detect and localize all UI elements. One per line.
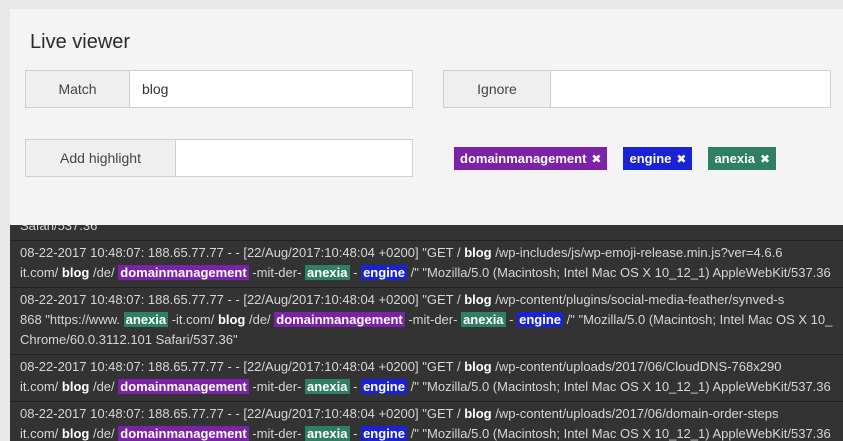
remove-tag-icon[interactable]: ✖ [676, 152, 686, 166]
log-text: /wp-content/uploads/2017/06/CloudDNS-768… [491, 359, 782, 374]
match-highlight-blog: blog [61, 379, 90, 394]
log-text: /" "Mozilla/5.0 (Macintosh; Intel Mac OS… [406, 426, 831, 441]
log-text: - [349, 379, 362, 394]
log-text: /de/ [89, 426, 119, 441]
log-line: 08-22-2017 10:48:07: 188.65.77.77 - - [2… [20, 404, 843, 424]
log-text: 08-22-2017 10:48:07: 188.65.77.77 - - [2… [20, 359, 465, 374]
highlight-anexia: anexia [123, 312, 169, 327]
log-line: 08-22-2017 10:48:07: 188.65.77.77 - - [2… [20, 290, 843, 310]
log-line: 868 "https://www. anexia -it.com/ blog /… [20, 310, 843, 330]
log-text: -mit-der- [248, 379, 306, 394]
match-highlight-blog: blog [464, 245, 492, 260]
log-line: 08-22-2017 10:48:07: 188.65.77.77 - - [2… [20, 357, 843, 377]
log-text: - [505, 312, 518, 327]
log-entry: 08-22-2017 10:48:07: 188.65.77.77 - - [2… [10, 290, 843, 355]
log-text: /" "Mozilla/5.0 (Macintosh; Intel Mac OS… [406, 379, 831, 394]
log-line: Chrome/60.0.3112.101 Safari/537.36" [20, 330, 843, 350]
match-label: Match [26, 71, 130, 107]
match-highlight-blog: blog [61, 265, 90, 280]
log-text: /" "Mozilla/5.0 (Macintosh; Intel Mac OS… [563, 312, 833, 327]
log-text: it.com/ [20, 426, 62, 441]
log-text: -mit-der- [248, 426, 306, 441]
highlight-tag-label: engine [629, 151, 672, 166]
highlight-engine: engine [361, 379, 407, 394]
highlight-engine: engine [517, 312, 564, 327]
log-text: - [349, 265, 362, 280]
log-text: - [349, 426, 362, 441]
match-highlight-blog: blog [217, 312, 246, 327]
match-highlight-blog: blog [61, 426, 90, 441]
log-text: 08-22-2017 10:48:07: 188.65.77.77 - - [2… [20, 245, 465, 260]
log-text: -mit-der- [404, 312, 462, 327]
highlight-anexia: anexia [461, 312, 506, 327]
log-text: 08-22-2017 10:48:07: 188.65.77.77 - - [2… [20, 406, 465, 421]
highlight-tag-list: domainmanagement ✖ engine ✖ anexia ✖ [454, 147, 776, 170]
highlight-engine: engine [361, 426, 407, 441]
log-text: -it.com/ [168, 312, 218, 327]
highlight-domainmanagement: domainmanagement [118, 379, 249, 394]
log-line: it.com/ blog /de/ domainmanagement -mit-… [20, 377, 843, 397]
log-text: /" "Mozilla/5.0 (Macintosh; Intel Mac OS… [406, 265, 831, 280]
highlight-tag: anexia ✖ [708, 147, 776, 170]
highlight-anexia: anexia [305, 265, 350, 280]
log-text: /wp-content/plugins/social-media-feather… [491, 292, 785, 307]
match-highlight-blog: blog [464, 406, 492, 421]
log-line: 08-22-2017 10:48:07: 188.65.77.77 - - [2… [20, 243, 843, 263]
add-highlight-field: Add highlight [25, 139, 413, 177]
log-text: it.com/ [20, 379, 62, 394]
match-highlight-blog: blog [464, 359, 492, 374]
log-text: /wp-includes/js/wp-emoji-release.min.js?… [491, 245, 783, 260]
log-text: -mit-der- [248, 265, 306, 280]
log-line: Safari/537.36 [20, 225, 843, 236]
highlight-domainmanagement: domainmanagement [118, 265, 249, 280]
log-text: /de/ [89, 265, 119, 280]
log-text: it.com/ [20, 265, 62, 280]
highlight-anexia: anexia [305, 379, 350, 394]
match-highlight-blog: blog [464, 292, 492, 307]
log-output[interactable]: Safari/537.36 08-22-2017 10:48:07: 188.65… [10, 225, 843, 441]
ignore-input[interactable] [551, 71, 830, 107]
add-highlight-input[interactable] [176, 140, 412, 176]
add-highlight-label: Add highlight [26, 140, 176, 176]
log-entry: 08-22-2017 10:48:07: 188.65.77.77 - - [2… [10, 404, 843, 441]
log-text: Chrome/60.0.3112.101 Safari/537.36" [20, 332, 238, 347]
match-input[interactable] [130, 71, 412, 107]
log-line: it.com/ blog /de/ domainmanagement -mit-… [20, 424, 843, 441]
remove-tag-icon[interactable]: ✖ [760, 152, 770, 166]
highlight-domainmanagement: domainmanagement [274, 312, 405, 327]
highlight-tag: engine ✖ [623, 147, 693, 170]
highlight-tag: domainmanagement ✖ [454, 147, 608, 170]
highlight-domainmanagement: domainmanagement [118, 426, 249, 441]
log-text: 08-22-2017 10:48:07: 188.65.77.77 - - [2… [20, 292, 465, 307]
log-entry: Safari/537.36 [10, 225, 843, 241]
log-text: 868 "https://www. [20, 312, 124, 327]
log-line: it.com/ blog /de/ domainmanagement -mit-… [20, 263, 843, 283]
match-field: Match [25, 70, 413, 108]
log-text: /wp-content/uploads/2017/06/domain-order… [491, 406, 779, 421]
highlight-engine: engine [361, 265, 407, 280]
highlight-tag-label: anexia [714, 151, 755, 166]
filter-panel: Live viewer Match Ignore Add highlight d… [10, 9, 843, 225]
highlight-anexia: anexia [305, 426, 350, 441]
log-text: /de/ [245, 312, 275, 327]
log-entry: 08-22-2017 10:48:07: 188.65.77.77 - - [2… [10, 243, 843, 288]
log-text: /de/ [89, 379, 119, 394]
ignore-field: Ignore [443, 70, 831, 108]
remove-tag-icon[interactable]: ✖ [591, 152, 601, 166]
log-text: Safari/537.36 [20, 225, 98, 233]
highlight-tag-label: domainmanagement [460, 151, 587, 166]
log-entry: 08-22-2017 10:48:07: 188.65.77.77 - - [2… [10, 357, 843, 402]
page-title: Live viewer [30, 31, 131, 53]
ignore-label: Ignore [444, 71, 551, 107]
